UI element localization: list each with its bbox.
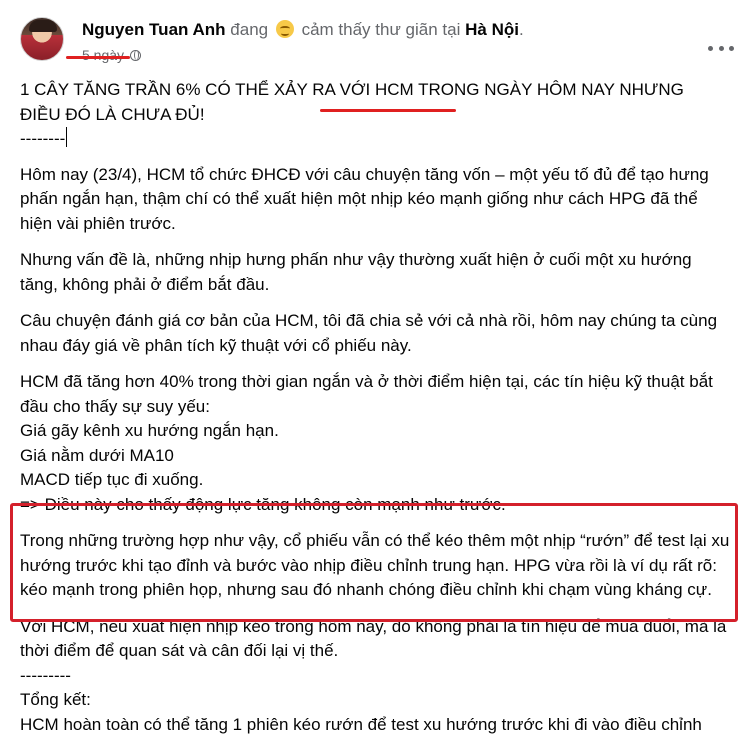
summary-label: Tổng kết: [20, 688, 732, 713]
spacer [20, 358, 732, 370]
globe-icon [130, 50, 141, 61]
post-timestamp[interactable]: 5 ngày [82, 47, 124, 63]
post-header: Nguyen Tuan Anh đang cảm thấy thư giãn t… [20, 12, 730, 68]
title-underline-annotation [320, 109, 456, 112]
spacer [20, 236, 732, 248]
signal-item: MACD tiếp tục đi xuống. [20, 468, 732, 493]
summary-text: HCM hoàn toàn có thể tăng 1 phiên kéo rư… [20, 713, 732, 737]
paragraph-4-intro: HCM đã tăng hơn 40% trong thời gian ngắn… [20, 370, 732, 419]
author-line: Nguyen Tuan Anh đang cảm thấy thư giãn t… [82, 20, 524, 40]
activity-prefix: đang [230, 20, 268, 39]
post-meta: 5 ngày [82, 47, 141, 63]
text-cursor [66, 127, 67, 147]
author-avatar[interactable] [20, 17, 64, 61]
post-body: 1 CÂY TĂNG TRẦN 6% CÓ THỂ XẢY RA VỚI HCM… [20, 78, 732, 737]
signal-item: Giá nằm dưới MA10 [20, 444, 732, 469]
divider-line: --------- [20, 664, 732, 689]
facebook-post: Nguyen Tuan Anh đang cảm thấy thư giãn t… [0, 0, 746, 734]
author-name[interactable]: Nguyen Tuan Anh [82, 20, 226, 39]
timestamp-underline-annotation [66, 56, 130, 59]
paragraph-2: Nhưng vấn đề là, những nhịp hưng phấn nh… [20, 248, 732, 297]
divider-line: -------- [20, 127, 732, 152]
divider-text: -------- [20, 129, 65, 148]
spacer [20, 152, 732, 163]
paragraph-1: Hôm nay (23/4), HCM tổ chức ĐHCĐ với câu… [20, 163, 732, 237]
activity-feeling: cảm thấy thư giãn tại [302, 20, 461, 39]
spacer [20, 297, 732, 309]
more-dot [729, 46, 734, 51]
location-link[interactable]: Hà Nội [465, 20, 519, 39]
post-title-line: ĐIỀU ĐÓ LÀ CHƯA ĐỦ! [20, 103, 732, 128]
more-dot [708, 46, 713, 51]
highlight-box-annotation [10, 503, 738, 622]
location-suffix: . [519, 20, 524, 39]
paragraph-3: Câu chuyện đánh giá cơ bản của HCM, tôi … [20, 309, 732, 358]
post-title-line: 1 CÂY TĂNG TRẦN 6% CÓ THỂ XẢY RA VỚI HCM… [20, 78, 732, 103]
signal-item: Giá gãy kênh xu hướng ngắn hạn. [20, 419, 732, 444]
more-dot [719, 46, 724, 51]
relieved-face-icon [276, 20, 294, 38]
more-options-icon[interactable] [708, 38, 734, 58]
